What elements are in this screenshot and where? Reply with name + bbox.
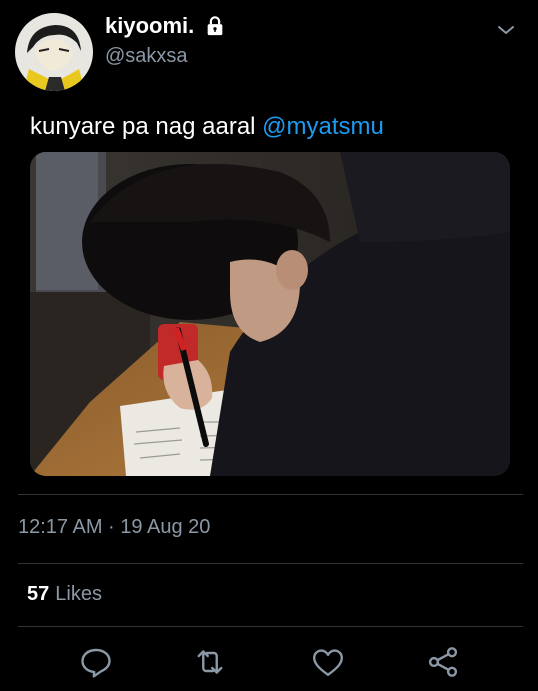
likes-summary[interactable]: 57 Likes — [27, 583, 102, 606]
photo-image — [30, 152, 510, 476]
likes-label: Likes — [55, 583, 102, 605]
tweet-photo[interactable] — [30, 152, 510, 476]
divider — [18, 494, 523, 495]
chevron-down-icon[interactable] — [494, 18, 518, 42]
reply-icon — [81, 648, 111, 678]
retweet-icon — [197, 650, 223, 674]
share-button[interactable] — [425, 644, 461, 680]
likes-count: 57 — [27, 583, 50, 605]
like-icon — [313, 649, 343, 676]
lock-icon — [207, 16, 223, 36]
author-name-row: kiyoomi. — [105, 13, 226, 39]
tweet-timestamp[interactable]: 12:17 AM · 19 Aug 20 — [18, 516, 210, 539]
display-name[interactable]: kiyoomi. — [105, 13, 194, 39]
tweet-body: kunyare pa nag aaral — [30, 113, 256, 140]
share-icon — [428, 647, 458, 677]
retweet-button[interactable] — [192, 644, 228, 680]
avatar[interactable] — [15, 13, 93, 91]
like-button[interactable] — [310, 644, 346, 680]
avatar-image — [15, 13, 93, 91]
divider — [18, 563, 523, 564]
mention-link[interactable]: @myatsmu — [262, 113, 384, 140]
user-handle[interactable]: @sakxsa — [105, 45, 188, 68]
tweet-text: kunyare pa nag aaral @myatsmu — [30, 113, 384, 141]
reply-button[interactable] — [78, 644, 114, 680]
divider — [18, 626, 523, 627]
action-bar — [0, 644, 538, 682]
